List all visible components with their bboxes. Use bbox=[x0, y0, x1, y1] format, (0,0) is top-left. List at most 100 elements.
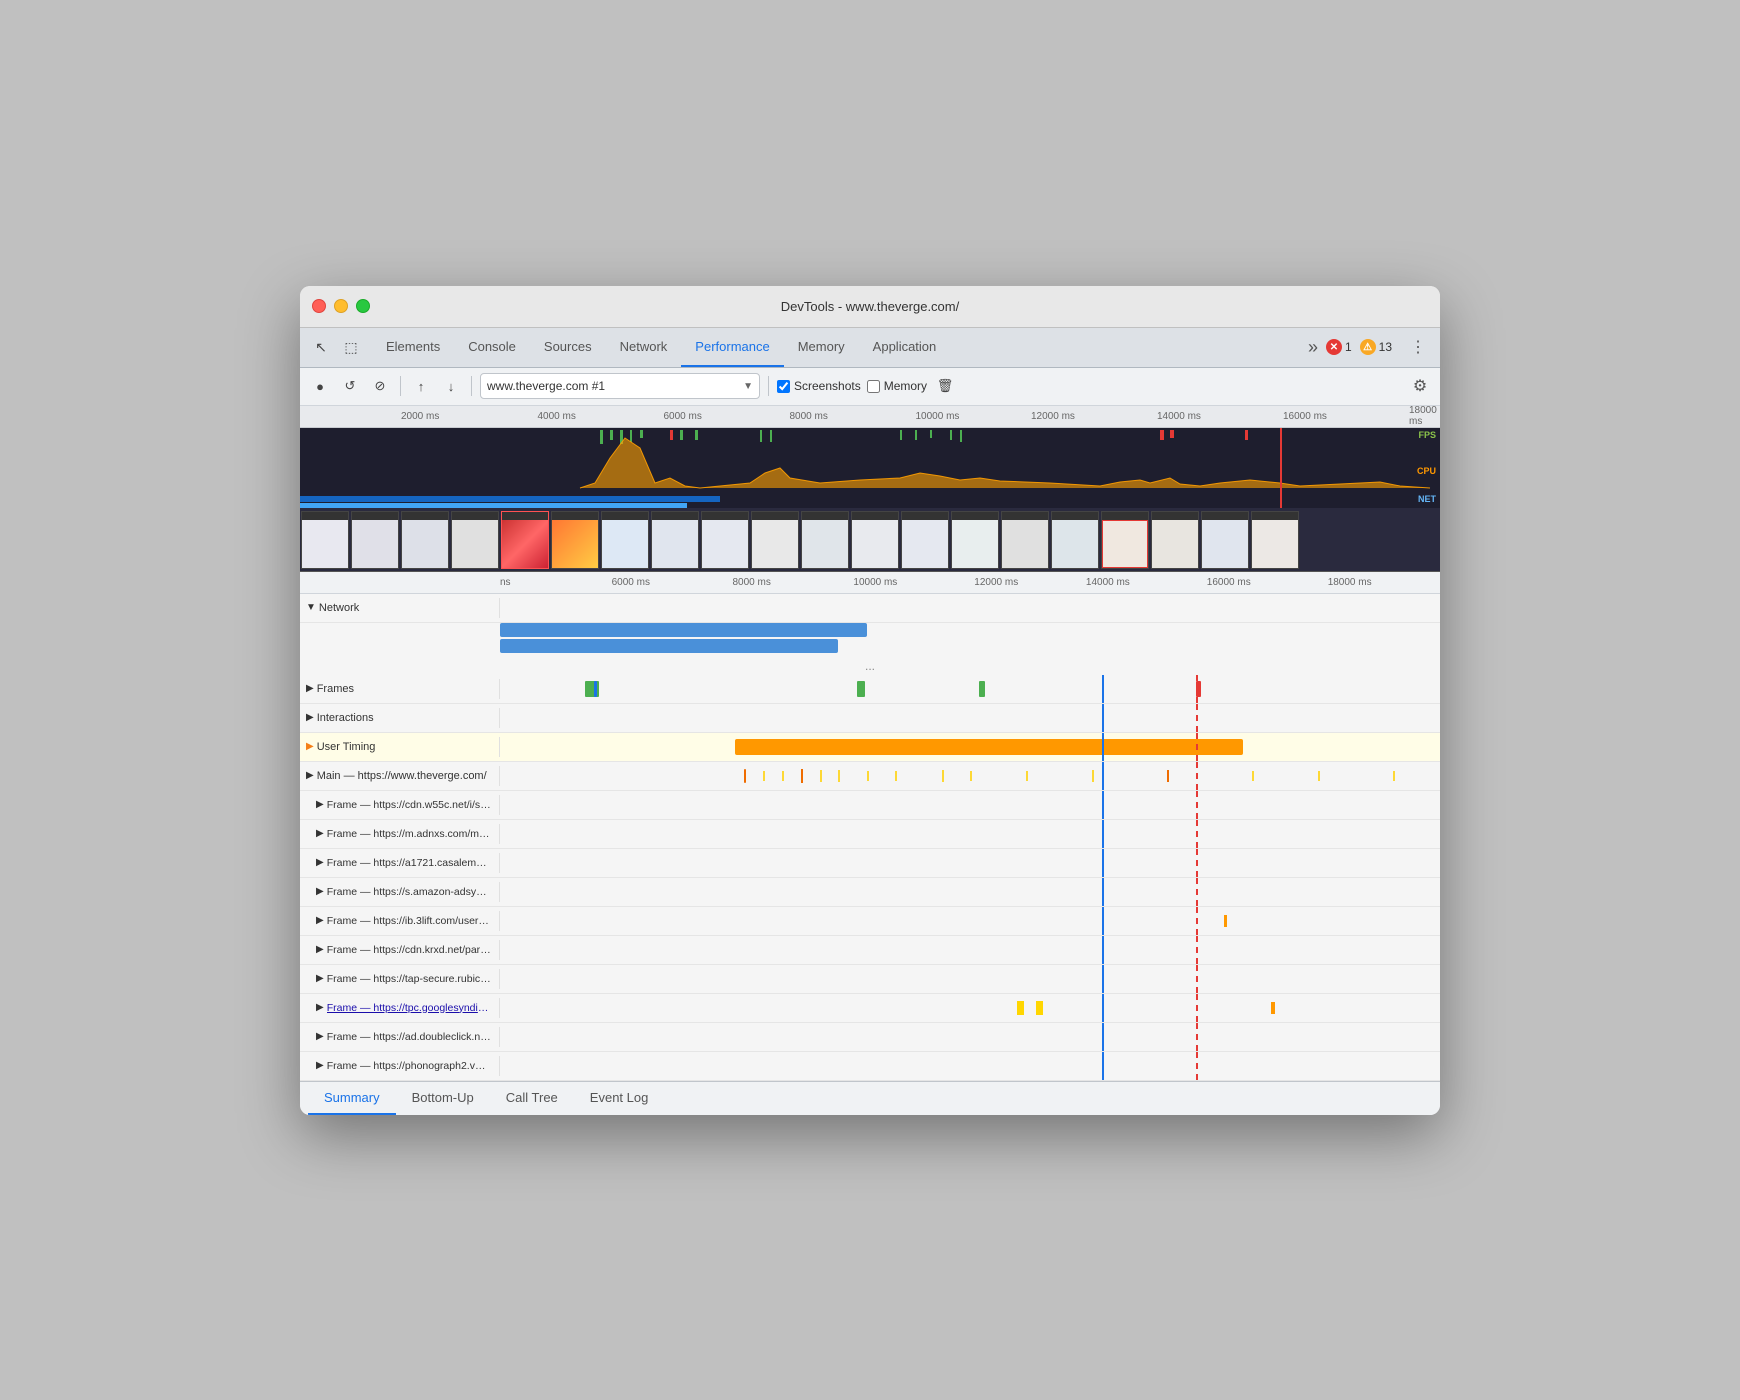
frame-9-label[interactable]: ▶ Frame — https://phonograph2.voxmedia.c… bbox=[300, 1056, 500, 1076]
error-badge[interactable]: ✕ 1 bbox=[1326, 339, 1352, 355]
frame-row-3[interactable]: ▶ Frame — https://s.amazon-adsystem.com/… bbox=[300, 878, 1440, 907]
minimize-button[interactable] bbox=[334, 299, 348, 313]
memory-checkbox[interactable] bbox=[867, 380, 880, 393]
screenshots-checkbox-label[interactable]: Screenshots bbox=[777, 379, 861, 393]
frame-0-triangle: ▶ bbox=[316, 799, 324, 810]
screenshot-9[interactable] bbox=[701, 511, 749, 569]
stop-button[interactable]: ⊘ bbox=[368, 374, 392, 398]
frame-row-6[interactable]: ▶ Frame — https://tap-secure.rubiconproj… bbox=[300, 965, 1440, 994]
cursor-icon[interactable]: ↖ bbox=[308, 334, 334, 360]
tab-application[interactable]: Application bbox=[859, 327, 951, 367]
tab-bottom-up[interactable]: Bottom-Up bbox=[396, 1082, 490, 1115]
maximize-button[interactable] bbox=[356, 299, 370, 313]
f7-orange-mark bbox=[1271, 1002, 1275, 1014]
warning-badge[interactable]: ⚠ 13 bbox=[1360, 339, 1392, 355]
screenshots-container: .sthumb { width:48px; height:58px; borde… bbox=[300, 508, 1300, 571]
network-triangle: ▼ bbox=[306, 602, 316, 613]
frame-8-label[interactable]: ▶ Frame — https://ad.doubleclick.net/ddm… bbox=[300, 1027, 500, 1047]
memory-checkbox-label[interactable]: Memory bbox=[867, 379, 927, 393]
main-label[interactable]: ▶ Main — https://www.theverge.com/ bbox=[300, 766, 500, 786]
frame-0-label[interactable]: ▶ Frame — https://cdn.w55c.net/i/s_0RB7U… bbox=[300, 795, 500, 815]
frame-4-triangle: ▶ bbox=[316, 915, 324, 926]
record-button[interactable]: ● bbox=[308, 374, 332, 398]
frame-row-0[interactable]: ▶ Frame — https://cdn.w55c.net/i/s_0RB7U… bbox=[300, 791, 1440, 820]
tick2-6000: 6000 ms bbox=[612, 577, 650, 588]
tab-summary[interactable]: Summary bbox=[308, 1082, 396, 1115]
devtools-menu-button[interactable]: ⋮ bbox=[1404, 333, 1432, 361]
screenshot-3[interactable] bbox=[401, 511, 449, 569]
screenshot-19[interactable] bbox=[1201, 511, 1249, 569]
user-timing-bar bbox=[735, 739, 1243, 755]
screenshot-7[interactable] bbox=[601, 511, 649, 569]
screenshot-4[interactable] bbox=[451, 511, 499, 569]
screenshot-18[interactable] bbox=[1151, 511, 1199, 569]
screenshot-12[interactable] bbox=[851, 511, 899, 569]
screenshot-1[interactable] bbox=[301, 511, 349, 569]
user-timing-row[interactable]: ▶ User Timing bbox=[300, 733, 1440, 762]
tab-performance[interactable]: Performance bbox=[681, 327, 783, 367]
interactions-label[interactable]: ▶ Interactions bbox=[300, 708, 500, 728]
frame-row-9[interactable]: ▶ Frame — https://phonograph2.voxmedia.c… bbox=[300, 1052, 1440, 1081]
frame-row-1[interactable]: ▶ Frame — https://m.adnxs.com/mapuid?mem… bbox=[300, 820, 1440, 849]
screenshot-15[interactable] bbox=[1001, 511, 1049, 569]
network-label[interactable]: ▼ Network bbox=[300, 598, 500, 618]
frame-7-label[interactable]: ▶ Frame — https://tpc.googlesyndication.… bbox=[300, 998, 500, 1018]
frame-3-label[interactable]: ▶ Frame — https://s.amazon-adsystem.com/… bbox=[300, 882, 500, 902]
download-button[interactable]: ↓ bbox=[439, 374, 463, 398]
user-timing-label[interactable]: ▶ User Timing bbox=[300, 737, 500, 757]
frame-1-label[interactable]: ▶ Frame — https://m.adnxs.com/mapuid?mem… bbox=[300, 824, 500, 844]
frame-row-8[interactable]: ▶ Frame — https://ad.doubleclick.net/ddm… bbox=[300, 1023, 1440, 1052]
tick-12000: 12000 ms bbox=[1031, 411, 1075, 422]
device-icon[interactable]: ⬚ bbox=[338, 334, 364, 360]
network-section-header[interactable]: ▼ Network bbox=[300, 594, 1440, 623]
frame-row-7[interactable]: ▶ Frame — https://tpc.googlesyndication.… bbox=[300, 994, 1440, 1023]
frame-row-5[interactable]: ▶ Frame — https://cdn.krxd.net/partnerjs… bbox=[300, 936, 1440, 965]
frames-row[interactable]: ▶ Frames bbox=[300, 675, 1440, 704]
url-dropdown-icon[interactable]: ▼ bbox=[743, 381, 753, 392]
frame-0-text: Frame — https://cdn.w55c.net/i/s_0RB7U9m… bbox=[327, 799, 491, 811]
refresh-button[interactable]: ↺ bbox=[338, 374, 362, 398]
screenshot-5[interactable] bbox=[501, 511, 549, 569]
tab-sources[interactable]: Sources bbox=[530, 327, 606, 367]
url-selector[interactable]: www.theverge.com #1 ▼ bbox=[480, 373, 760, 399]
frame-6-label[interactable]: ▶ Frame — https://tap-secure.rubiconproj… bbox=[300, 969, 500, 989]
f9-blue-line bbox=[1102, 1052, 1104, 1080]
frame-row-4[interactable]: ▶ Frame — https://ib.3lift.com/userSync.… bbox=[300, 907, 1440, 936]
screenshot-14[interactable] bbox=[951, 511, 999, 569]
tab-call-tree[interactable]: Call Tree bbox=[490, 1082, 574, 1115]
frame-row-2[interactable]: ▶ Frame — https://a1721.casalemedia.com/… bbox=[300, 849, 1440, 878]
screenshot-20[interactable] bbox=[1251, 511, 1299, 569]
settings-button[interactable]: ⚙ bbox=[1408, 374, 1432, 398]
main-tick-14 bbox=[1252, 771, 1254, 781]
more-tabs-button[interactable]: » bbox=[1300, 337, 1326, 358]
upload-button[interactable]: ↑ bbox=[409, 374, 433, 398]
screenshot-10[interactable] bbox=[751, 511, 799, 569]
fps-label: FPS bbox=[1418, 430, 1436, 440]
performance-toolbar: ● ↺ ⊘ ↑ ↓ www.theverge.com #1 ▼ Screensh… bbox=[300, 368, 1440, 406]
clear-button[interactable]: 🗑 bbox=[933, 374, 957, 398]
tab-network[interactable]: Network bbox=[606, 327, 682, 367]
screenshot-13[interactable] bbox=[901, 511, 949, 569]
interactions-row[interactable]: ▶ Interactions bbox=[300, 704, 1440, 733]
frame-4-label[interactable]: ▶ Frame — https://ib.3lift.com/userSync.… bbox=[300, 911, 500, 931]
screenshot-11[interactable] bbox=[801, 511, 849, 569]
tab-event-log[interactable]: Event Log bbox=[574, 1082, 665, 1115]
screenshot-8[interactable] bbox=[651, 511, 699, 569]
tab-console[interactable]: Console bbox=[454, 327, 530, 367]
frame-2-label[interactable]: ▶ Frame — https://a1721.casalemedia.com/… bbox=[300, 853, 500, 873]
screenshot-6[interactable] bbox=[551, 511, 599, 569]
window-title: DevTools - www.theverge.com/ bbox=[781, 299, 959, 314]
screenshots-checkbox[interactable] bbox=[777, 380, 790, 393]
frame-2-triangle: ▶ bbox=[316, 857, 324, 868]
tab-elements[interactable]: Elements bbox=[372, 327, 454, 367]
frames-label[interactable]: ▶ Frames bbox=[300, 679, 500, 699]
screenshot-16[interactable] bbox=[1051, 511, 1099, 569]
tab-memory[interactable]: Memory bbox=[784, 327, 859, 367]
frame-5-label[interactable]: ▶ Frame — https://cdn.krxd.net/partnerjs… bbox=[300, 940, 500, 960]
main-row[interactable]: ▶ Main — https://www.theverge.com/ bbox=[300, 762, 1440, 791]
screenshot-17[interactable] bbox=[1101, 511, 1149, 569]
screenshots-label: Screenshots bbox=[794, 379, 861, 393]
close-button[interactable] bbox=[312, 299, 326, 313]
screenshot-2[interactable] bbox=[351, 511, 399, 569]
tick2-8000: 8000 ms bbox=[733, 577, 771, 588]
